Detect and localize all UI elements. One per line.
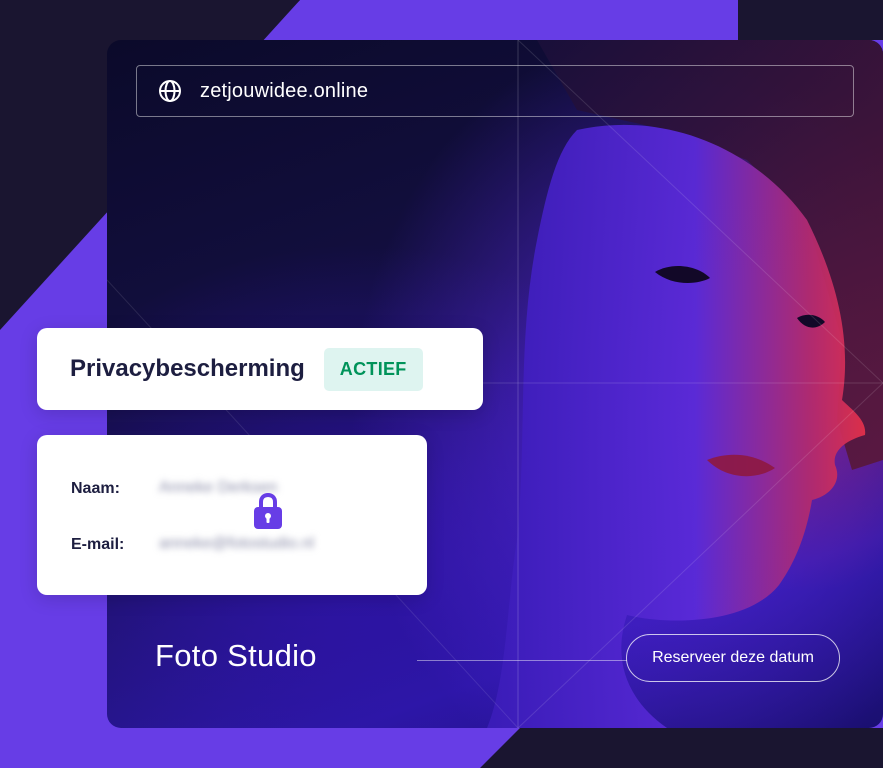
status-badge: ACTIEF bbox=[323, 347, 423, 391]
background-dark-bottom bbox=[483, 728, 883, 768]
url-text: zetjouwidee.online bbox=[200, 79, 369, 102]
reserve-date-button[interactable]: Reserveer deze datum bbox=[626, 634, 840, 682]
lock-icon bbox=[254, 492, 282, 529]
globe-icon bbox=[159, 80, 181, 102]
background-dark-strip bbox=[738, 0, 883, 40]
name-label: Naam: bbox=[71, 480, 120, 497]
site-brand: Foto Studio bbox=[155, 638, 317, 673]
contact-info-card: Naam: Anneke Derksen E-mail: anneke@foto… bbox=[37, 435, 427, 595]
email-value: anneke@fotostudio.nl bbox=[159, 535, 315, 552]
privacy-card: Privacybescherming ACTIEF bbox=[37, 328, 483, 410]
brand-divider bbox=[417, 660, 627, 661]
privacy-title: Privacybescherming bbox=[70, 355, 305, 382]
email-label: E-mail: bbox=[71, 536, 125, 553]
address-bar[interactable]: zetjouwidee.online bbox=[136, 65, 854, 117]
